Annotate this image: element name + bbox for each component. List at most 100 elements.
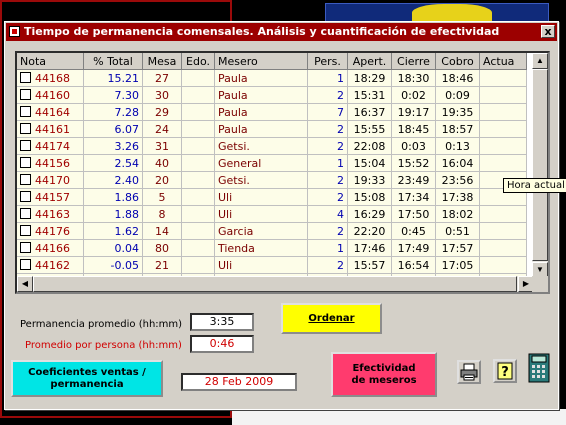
scroll-left-arrow[interactable]: ◀ [17,276,33,292]
row-checkbox[interactable] [20,89,31,100]
col-header-cobro[interactable]: Cobro [435,53,480,70]
mesero-cell: General [214,154,308,172]
cobro-cell: 18:02 [435,205,480,223]
nota-number: 44159 [35,293,70,295]
ordenar-button-label: Ordenar [308,312,355,324]
col-header-nota[interactable]: Nota [17,53,84,70]
apert-cell: 22:20 [347,222,392,240]
col-header-total[interactable]: % Total [83,53,143,70]
apert-cell: 16:29 [347,205,392,223]
vertical-scroll-thumb[interactable] [532,69,548,261]
nota-number: 44176 [35,224,70,238]
pers-cell: 1 [307,69,348,87]
nota-cell: 44164 [17,103,84,121]
col-header-pers[interactable]: Pers. [307,53,348,70]
row-checkbox[interactable] [20,174,31,185]
table-row[interactable]: 44156 2.54 40 General 1 15:04 15:52 16:04 [17,154,527,172]
apert-cell: 16:37 [347,103,392,121]
pers-cell: 2 [307,188,348,206]
table-row[interactable]: 44174 3.26 31 Getsi. 2 22:08 0:03 0:13 [17,137,527,155]
col-header-mesero[interactable]: Mesero [214,53,308,70]
mesa-cell: 5 [142,188,182,206]
cobro-cell: 18:46 [435,69,480,87]
table-row[interactable]: 44166 0.04 80 Tienda 1 17:46 17:49 17:57 [17,239,527,257]
print-button[interactable] [457,360,481,384]
row-checkbox[interactable] [20,72,31,83]
row-checkbox[interactable] [20,225,31,236]
cierre-cell: 18:45 [391,120,436,138]
horizontal-scroll-thumb[interactable] [33,276,517,292]
cierre-cell: 17:34 [391,188,436,206]
help-button[interactable]: ? [493,359,517,383]
cierre-cell: 18:30 [391,69,436,87]
coeficientes-button-label: Coeficientes ventas / permanencia [28,366,146,390]
row-checkbox[interactable] [20,191,31,202]
row-checkbox[interactable] [20,123,31,134]
row-checkbox[interactable] [20,293,31,294]
close-button[interactable]: x [541,25,555,38]
mesero-cell: Uli [214,256,308,274]
actual-cell [479,120,527,138]
col-header-actual[interactable]: Actua [479,53,527,70]
row-checkbox[interactable] [20,242,31,253]
promedio-label: Promedio por persona (hh:mm) [25,340,182,351]
calculator-button[interactable] [528,353,550,383]
mesa-cell: 80 [142,239,182,257]
table-row[interactable]: 44170 2.40 20 Getsi. 2 19:33 23:49 23:56 [17,171,527,189]
table-row[interactable]: 44163 1.88 8 Uli 4 16:29 17:50 18:02 [17,205,527,223]
help-icon: ? [497,362,513,380]
mesero-cell: Paula [214,103,308,121]
nota-number: 44156 [35,156,70,170]
mesa-cell: 27 [142,69,182,87]
nota-number: 44160 [35,88,70,102]
row-checkbox[interactable] [20,140,31,151]
col-header-edo[interactable]: Edo. [181,53,215,70]
notes-table: Nota % Total Mesa Edo. Mesero Pers. Aper… [17,53,527,295]
table-row[interactable]: 44168 15.21 27 Paula 1 18:29 18:30 18:46 [17,69,527,87]
total-cell: 15.21 [83,69,143,87]
cierre-cell: 15:52 [391,154,436,172]
ordenar-button[interactable]: Ordenar [281,303,382,334]
mesa-cell: 24 [142,120,182,138]
col-header-cierre[interactable]: Cierre [391,53,436,70]
table-row[interactable]: 44161 6.07 24 Paula 2 15:55 18:45 18:57 [17,120,527,138]
mesa-cell: 8 [142,205,182,223]
mesero-cell: Uli [214,205,308,223]
total-cell: 1.62 [83,222,143,240]
table-row[interactable]: 44164 7.28 29 Paula 7 16:37 19:17 19:35 [17,103,527,121]
coeficientes-button[interactable]: Coeficientes ventas / permanencia [11,360,163,397]
mesero-cell: Uli [214,188,308,206]
table-row[interactable]: 44162 -0.05 21 Uli 2 15:57 16:54 17:05 [17,256,527,274]
permanencia-field: 3:35 [190,313,254,331]
cobro-cell: 17:05 [435,256,480,274]
row-checkbox[interactable] [20,259,31,270]
row-checkbox[interactable] [20,157,31,168]
nota-number: 44164 [35,105,70,119]
grid-header-row: Nota % Total Mesa Edo. Mesero Pers. Aper… [17,53,527,70]
apert-cell: 18:29 [347,69,392,87]
table-row[interactable]: 44176 1.62 14 Garcia 2 22:20 0:45 0:51 [17,222,527,240]
col-header-mesa[interactable]: Mesa [142,53,182,70]
row-checkbox[interactable] [20,106,31,117]
apert-cell: 15:55 [347,120,392,138]
efectividad-button-label: Efectividad de meseros [351,362,417,386]
row-checkbox[interactable] [20,208,31,219]
vertical-scrollbar[interactable]: ▲ ▼ [532,53,548,278]
col-header-apert[interactable]: Apert. [347,53,392,70]
edo-cell [181,188,215,206]
table-row[interactable]: 44160 7.30 30 Paula 2 15:31 0:02 0:09 [17,86,527,104]
nota-cell: 44166 [17,239,84,257]
apert-cell: 15:04 [347,154,392,172]
printer-icon [460,363,478,381]
mesa-cell: 29 [142,103,182,121]
table-row[interactable]: 44157 1.86 5 Uli 2 15:08 17:34 17:38 [17,188,527,206]
mesero-cell: Paula [214,86,308,104]
cobro-cell: 17:38 [435,188,480,206]
scroll-up-arrow[interactable]: ▲ [532,53,548,69]
cierre-cell: 19:17 [391,103,436,121]
apert-cell: 15:57 [347,256,392,274]
horizontal-scrollbar[interactable]: ◀ ▶ [17,276,534,292]
total-cell: 2.40 [83,171,143,189]
efectividad-button[interactable]: Efectividad de meseros [331,352,437,397]
cierre-cell: 17:50 [391,205,436,223]
